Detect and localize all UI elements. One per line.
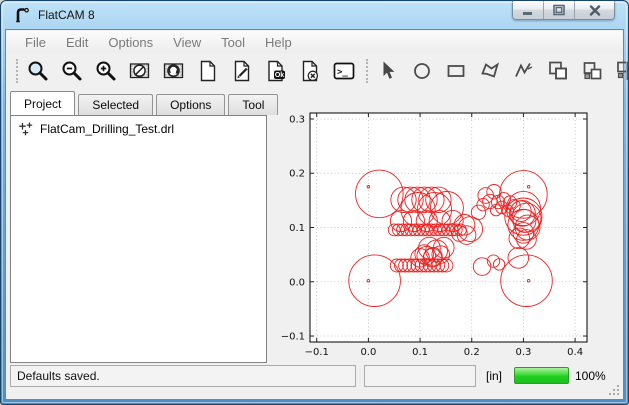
title-bar[interactable]: FlatCAM 8 [1, 1, 628, 29]
progress-percent-label: 100% [575, 369, 606, 383]
clear-plot-icon [128, 59, 152, 83]
copy-squares-icon [580, 59, 604, 83]
zoom-out-button[interactable] [59, 58, 85, 84]
menu-file[interactable]: File [15, 32, 56, 53]
window-title: FlatCAM 8 [38, 8, 95, 22]
close-icon [589, 5, 601, 16]
window-controls [512, 1, 615, 20]
union-objects-button[interactable] [545, 58, 571, 84]
zoom-out-icon [60, 59, 84, 83]
status-aux-field [364, 365, 476, 387]
minimize-button[interactable] [513, 1, 544, 19]
tab-options[interactable]: Options [156, 94, 225, 115]
menu-view[interactable]: View [163, 32, 211, 53]
new-project-button[interactable] [195, 58, 221, 84]
status-bar: Defaults saved. [in] 100% [7, 362, 622, 398]
tree-item-drill-file[interactable]: FlatCam_Drilling_Test.drl [11, 116, 266, 137]
svg-text:0.2: 0.2 [289, 169, 305, 180]
resize-grip[interactable] [608, 384, 620, 396]
svg-text:0.1: 0.1 [412, 347, 428, 358]
draw-rectangle-button[interactable] [443, 58, 469, 84]
circle-icon [410, 59, 434, 83]
cancel-edit-button[interactable] [297, 58, 323, 84]
svg-text:0.0: 0.0 [360, 347, 376, 358]
draw-path-button[interactable] [511, 58, 537, 84]
plot-canvas[interactable]: −0.1 0.0 0.1 0.2 0.3 0.4 −0.1 0.0 0.1 0.2 0.3 [269, 94, 623, 364]
menu-tool[interactable]: Tool [211, 32, 255, 53]
edit-pencil-file-icon [230, 59, 254, 83]
ok-glyph: Ok [275, 72, 284, 79]
ok-file-icon: Ok [264, 59, 288, 83]
svg-text:0.1: 0.1 [289, 223, 305, 234]
move-squares-icon [614, 59, 629, 83]
flatcam-window: FlatCAM 8 File Edit Options View [0, 0, 629, 405]
svg-text:−0.1: −0.1 [305, 347, 329, 358]
editor-toolbar [375, 58, 629, 84]
svg-text:0.4: 0.4 [567, 347, 583, 358]
svg-text:0.3: 0.3 [289, 114, 305, 125]
menu-help[interactable]: Help [255, 32, 302, 53]
svg-text:0.3: 0.3 [515, 347, 531, 358]
tree-item-label: FlatCam_Drilling_Test.drl [40, 122, 174, 136]
rectangle-icon [444, 59, 468, 83]
clear-plot-button[interactable] [127, 58, 153, 84]
polygon-icon [478, 59, 502, 83]
move-objects-button[interactable] [613, 58, 629, 84]
pointer-icon [376, 59, 400, 83]
update-geometry-button[interactable]: Ok [263, 58, 289, 84]
progress-bar [514, 367, 569, 384]
client-area: File Edit Options View Tool Help [5, 29, 624, 400]
notebook-tabs: Project Selected Options Tool [10, 91, 281, 115]
replot-icon [162, 59, 186, 83]
cancel-file-icon [298, 59, 322, 83]
zoom-in-button[interactable] [93, 58, 119, 84]
project-tree-panel[interactable]: FlatCam_Drilling_Test.drl [10, 115, 267, 363]
copy-objects-button[interactable] [579, 58, 605, 84]
zoom-in-icon [94, 59, 118, 83]
maximize-icon [553, 4, 565, 16]
draw-circle-button[interactable] [409, 58, 435, 84]
svg-text:0.0: 0.0 [289, 277, 305, 288]
union-squares-icon [546, 59, 570, 83]
zoom-fit-button[interactable] [25, 58, 51, 84]
menu-options[interactable]: Options [98, 32, 163, 53]
toolbar-handle[interactable] [16, 59, 18, 83]
flatcam-logo-icon [13, 6, 31, 24]
svg-text:−0.1: −0.1 [281, 332, 305, 343]
tab-project[interactable]: Project [10, 91, 75, 115]
minimize-icon [522, 4, 534, 16]
menu-edit[interactable]: Edit [56, 32, 98, 53]
replot-button[interactable] [161, 58, 187, 84]
edit-geometry-button[interactable] [229, 58, 255, 84]
drill-points-icon [18, 121, 34, 137]
file-toolbar: Ok >_ [25, 58, 357, 84]
zoom-fit-icon [26, 59, 50, 83]
shell-terminal-icon: >_ [332, 59, 356, 83]
editor-toolbar-handle[interactable] [366, 59, 368, 83]
draw-polygon-button[interactable] [477, 58, 503, 84]
menu-bar: File Edit Options View Tool Help [7, 31, 622, 53]
shell-glyph: >_ [337, 67, 348, 77]
tab-selected[interactable]: Selected [78, 94, 153, 115]
shell-button[interactable]: >_ [331, 58, 357, 84]
svg-text:0.2: 0.2 [464, 347, 480, 358]
polyline-icon [512, 59, 536, 83]
plot-panel: −0.1 0.0 0.1 0.2 0.3 0.4 −0.1 0.0 0.1 0.2 0.3 [269, 94, 623, 364]
new-file-icon [196, 59, 220, 83]
units-indicator: [in] [486, 369, 502, 383]
select-tool-button[interactable] [375, 58, 401, 84]
tab-tool[interactable]: Tool [228, 94, 278, 115]
status-message: Defaults saved. [10, 365, 356, 387]
toolbar: Ok >_ [7, 53, 622, 88]
maximize-button[interactable] [544, 1, 575, 19]
close-button[interactable] [575, 1, 614, 19]
